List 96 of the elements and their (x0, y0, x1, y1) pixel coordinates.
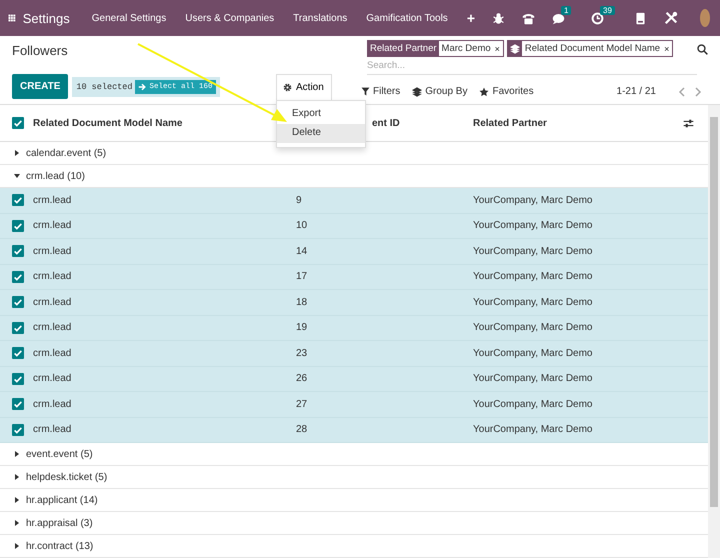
table-cell: crm.lead (33, 322, 72, 334)
table-cell: YourCompany, Marc Demo (473, 296, 592, 308)
table-cell: 26 (296, 373, 308, 384)
table-cell: YourCompany, Marc Demo (473, 194, 592, 206)
favorites-button[interactable]: Favorites (479, 86, 534, 97)
checkbox[interactable] (12, 220, 24, 232)
create-button[interactable]: CREATE (12, 74, 68, 99)
activity-count-badge: 39 (600, 6, 615, 14)
table-cell: crm.lead (33, 424, 72, 436)
table-cell: YourCompany, Marc Demo (473, 424, 592, 436)
group-row-label[interactable]: hr.applicant (14) (26, 494, 98, 506)
star-icon (479, 86, 490, 96)
group-row-label[interactable]: hr.appraisal (3) (26, 518, 93, 528)
table-cell: 23 (296, 348, 308, 359)
table-cell: crm.lead (33, 348, 72, 359)
table-cell: 28 (296, 424, 308, 436)
checkbox[interactable] (12, 270, 24, 283)
checkbox[interactable] (12, 372, 24, 385)
table-cell: YourCompany, Marc Demo (473, 348, 592, 359)
checkbox[interactable] (12, 347, 24, 360)
menu-item[interactable]: Delete (277, 124, 365, 143)
clock-icon[interactable] (591, 12, 604, 24)
layers-icon (412, 86, 422, 96)
table-cell: YourCompany, Marc Demo (473, 220, 592, 232)
table-cell: crm.lead (33, 373, 72, 384)
action-button[interactable]: Action (276, 74, 332, 100)
table-cell: crm.lead (33, 194, 72, 206)
chat-icon[interactable] (552, 12, 565, 24)
checkbox[interactable] (12, 296, 24, 308)
table-cell: crm.lead (33, 271, 72, 282)
app-name[interactable]: Settings (22, 10, 70, 26)
caret-right-icon[interactable] (14, 451, 20, 457)
menu-item[interactable]: Export (277, 105, 365, 124)
table-cell: 19 (296, 322, 308, 334)
group-row-label[interactable]: event.event (5) (26, 448, 93, 460)
table-cell: 14 (296, 246, 308, 257)
table-cell: crm.lead (33, 246, 72, 257)
selected-count: 10 selected (76, 82, 132, 92)
tools-icon[interactable] (664, 11, 678, 25)
checkbox[interactable] (12, 322, 24, 334)
search-facet[interactable]: Related Document Model Name × (506, 40, 674, 57)
page-title: Followers (12, 43, 69, 60)
table-cell: 18 (296, 296, 308, 308)
table-cell: crm.lead (33, 296, 72, 308)
menu-item[interactable]: Users & Companies (185, 12, 274, 24)
bug-icon[interactable] (492, 12, 505, 24)
group-row-label[interactable]: hr.contract (13) (26, 540, 94, 552)
caret-down-icon[interactable] (14, 173, 20, 179)
table-cell: YourCompany, Marc Demo (473, 373, 592, 384)
facet-value: Related Document Model Name (524, 43, 660, 54)
search-icon[interactable] (697, 44, 708, 55)
menu-item[interactable]: General Settings (92, 12, 166, 24)
caret-right-icon[interactable] (14, 543, 20, 549)
filter-icon (361, 87, 370, 96)
group-row-label[interactable]: helpdesk.ticket (5) (26, 472, 108, 482)
facet-value: Marc Demo (442, 43, 491, 54)
table-cell: YourCompany, Marc Demo (473, 322, 592, 334)
message-count-badge: 1 (561, 6, 572, 14)
phone-icon[interactable] (522, 12, 535, 24)
column-header[interactable]: Related Partner (473, 118, 683, 128)
table-cell: crm.lead (33, 398, 72, 410)
caret-right-icon[interactable] (14, 497, 20, 503)
checkbox[interactable] (12, 245, 24, 258)
document-icon[interactable] (634, 12, 647, 24)
menu-item[interactable]: Gamification Tools (366, 12, 448, 24)
checkbox[interactable] (12, 194, 24, 206)
table-cell: 17 (296, 271, 308, 282)
table-cell: YourCompany, Marc Demo (473, 246, 592, 257)
checkbox[interactable] (12, 398, 24, 410)
menu-item[interactable]: Translations (293, 12, 348, 24)
remove-facet-icon[interactable]: × (664, 44, 670, 54)
group-row-label[interactable]: crm.lead (10) (26, 170, 85, 182)
gear-icon (283, 83, 292, 92)
arrow-right-icon (138, 82, 146, 90)
caret-right-icon[interactable] (14, 520, 20, 526)
pager: 1-21 / 21 (616, 86, 656, 97)
table-cell: YourCompany, Marc Demo (473, 271, 592, 282)
add-menu-button[interactable]: + (466, 10, 475, 26)
facet-label: Related Partner (368, 41, 439, 56)
table-cell: crm.lead (33, 220, 72, 232)
group-by-button[interactable]: Group By (412, 86, 468, 97)
checkbox[interactable] (12, 424, 24, 436)
column-settings-icon[interactable] (683, 118, 694, 128)
layers-icon (510, 44, 520, 54)
remove-facet-icon[interactable]: × (494, 44, 500, 54)
group-row-label[interactable]: calendar.event (5) (26, 148, 106, 158)
caret-right-icon[interactable] (14, 150, 20, 156)
table-cell: 10 (296, 220, 308, 232)
scrollbar[interactable] (708, 105, 720, 558)
filters-button[interactable]: Filters (361, 86, 400, 97)
table-cell: 9 (296, 194, 302, 206)
column-header[interactable]: ent ID (372, 118, 400, 128)
caret-right-icon[interactable] (14, 474, 20, 480)
checkbox[interactable] (12, 117, 24, 129)
table-cell: YourCompany, Marc Demo (473, 398, 592, 410)
table-cell: 27 (296, 398, 308, 410)
